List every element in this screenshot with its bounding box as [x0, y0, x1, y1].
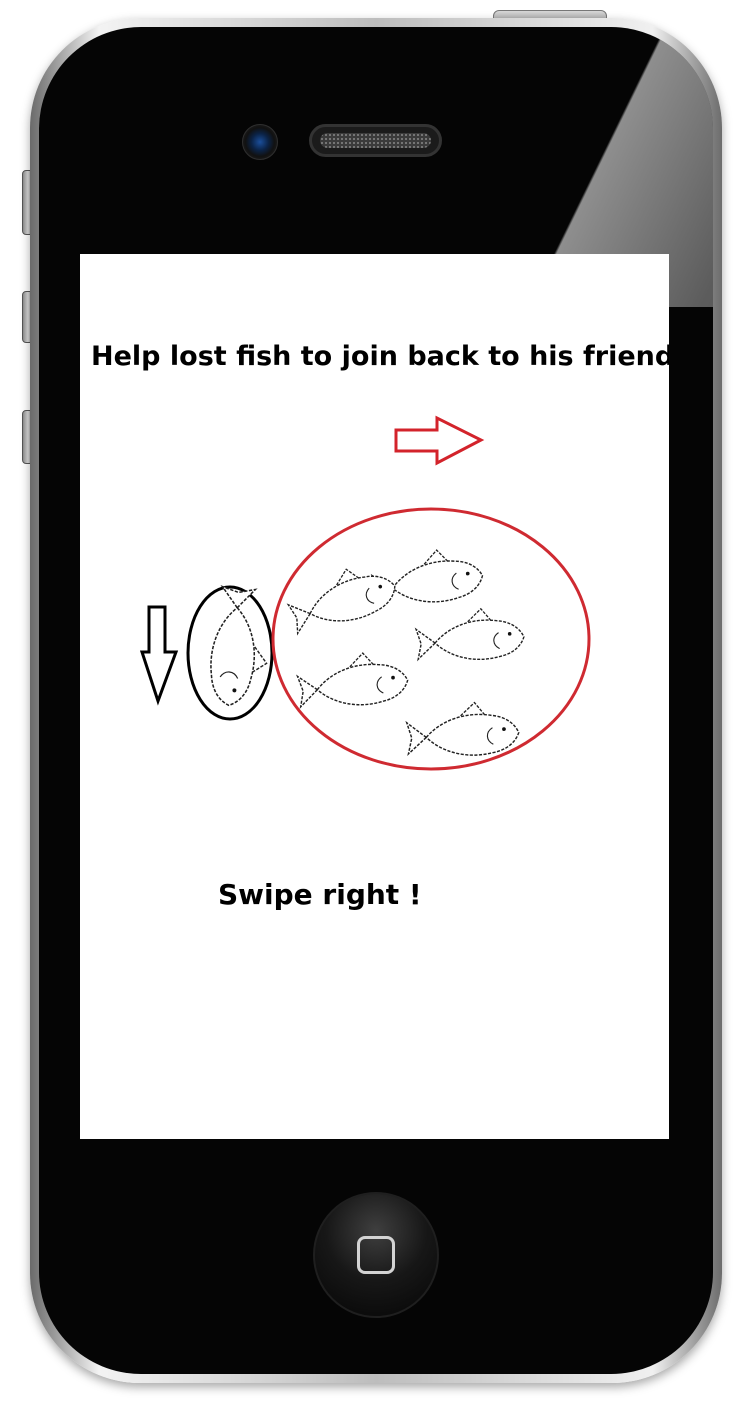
home-square-icon: [357, 1236, 395, 1274]
phone-screen[interactable]: Help lost fish to join back to his frien…: [80, 254, 669, 1139]
lost-fish-icon: [210, 585, 268, 707]
front-camera-icon: [242, 124, 278, 160]
game-illustration[interactable]: [80, 254, 669, 1139]
earpiece-speaker: [309, 124, 442, 157]
fish-school-circle: [271, 507, 591, 771]
swipe-hint-text: Swipe right !: [218, 878, 422, 911]
fish-icon: [405, 701, 520, 757]
fish-icon: [286, 568, 396, 636]
speaker-grill: [320, 133, 431, 148]
home-button[interactable]: [313, 1192, 439, 1318]
fish-icon: [414, 607, 525, 662]
down-arrow-icon: [139, 605, 179, 706]
right-arrow-icon: [394, 415, 485, 466]
phone-mockup: Help lost fish to join back to his frien…: [0, 0, 755, 1406]
fish-icon: [296, 652, 409, 709]
